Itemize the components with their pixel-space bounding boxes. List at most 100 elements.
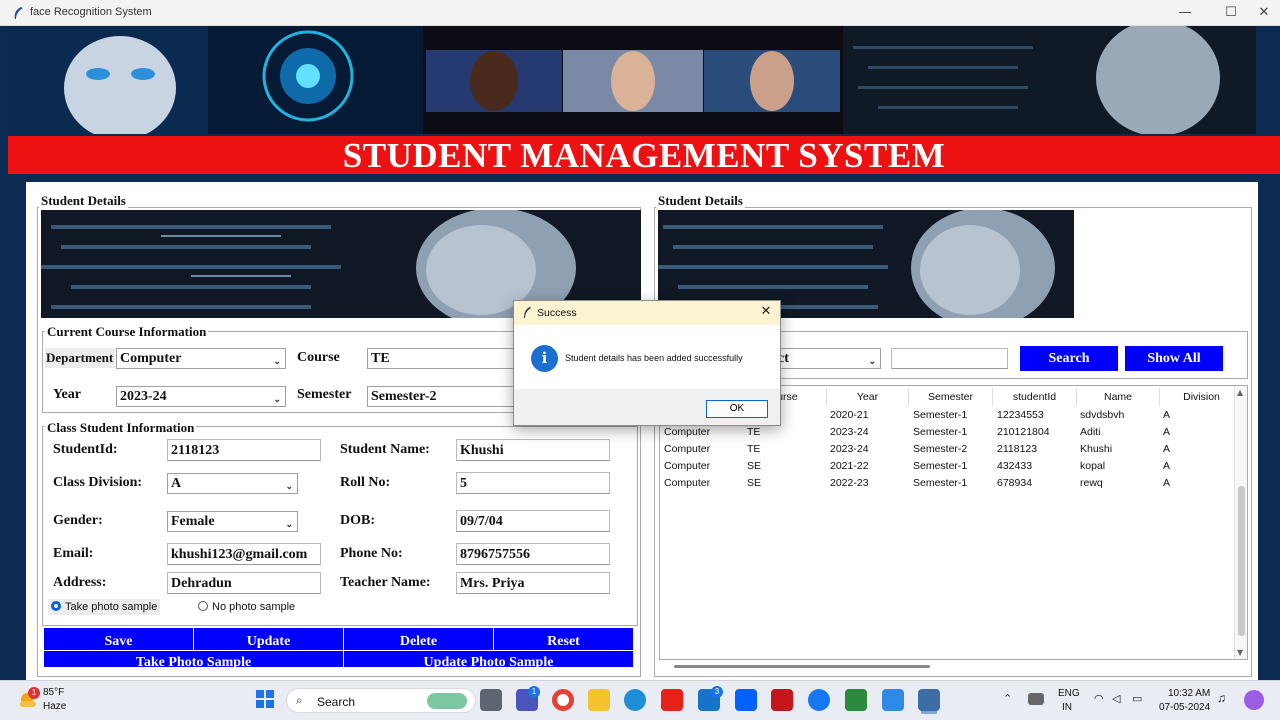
header-title: STUDENT MANAGEMENT SYSTEM xyxy=(8,136,1280,175)
update-button[interactable]: Update xyxy=(194,628,344,650)
cell-semester: Semester-1 xyxy=(913,426,968,438)
course-label: Course xyxy=(297,350,340,365)
update-photo-sample-button[interactable]: Update Photo Sample xyxy=(344,651,634,667)
col-header-name[interactable]: Name xyxy=(1077,388,1160,406)
cell-course: SE xyxy=(747,460,762,472)
col-header-semester[interactable]: Semester xyxy=(909,388,993,406)
dropbox-icon[interactable] xyxy=(735,689,757,711)
course-value: TE xyxy=(371,351,390,366)
app-icon[interactable] xyxy=(845,689,867,711)
wifi-icon[interactable]: ◠ xyxy=(1094,692,1104,705)
maximize-button[interactable]: ☐ xyxy=(1216,3,1246,23)
task-view-icon[interactable] xyxy=(480,689,502,711)
minimize-button[interactable]: — xyxy=(1170,3,1200,23)
roll-no-input[interactable]: 5 xyxy=(456,472,610,494)
table-row[interactable]: Computer SE 2022-23 Semester-1 678934 re… xyxy=(660,475,1234,492)
teacher-name-input[interactable]: Mrs. Priya xyxy=(456,572,610,594)
student-id-label: StudentId: xyxy=(53,442,118,457)
department-select[interactable]: Computer ⌄ xyxy=(116,348,286,369)
dob-label: DOB: xyxy=(340,513,375,528)
success-dialog: Success ✕ i Student details has been add… xyxy=(513,300,781,426)
chevron-down-icon: ⌄ xyxy=(285,481,293,491)
cell-course: TE xyxy=(747,443,761,455)
taskbar-search-box[interactable]: ⌕ Search xyxy=(286,688,476,713)
student-id-input[interactable]: 2118123 xyxy=(167,439,321,461)
language-top[interactable]: ENG xyxy=(1058,688,1080,699)
window-title: face Recognition System xyxy=(30,6,152,18)
search-input[interactable] xyxy=(891,348,1008,369)
col-header-year[interactable]: Year xyxy=(827,388,909,406)
teams-badge: 1 xyxy=(528,686,540,698)
vscode-icon[interactable] xyxy=(882,689,904,711)
address-label: Address: xyxy=(53,575,107,590)
facebook-icon[interactable] xyxy=(808,689,830,711)
file-explorer-icon[interactable] xyxy=(588,689,610,711)
vertical-scroll-thumb[interactable] xyxy=(1238,486,1245,636)
table-row[interactable]: Computer SE 2021-22 Semester-1 432433 ko… xyxy=(660,458,1234,475)
take-photo-radio-label: Take photo sample xyxy=(65,601,158,613)
onedrive-icon[interactable] xyxy=(1028,693,1044,705)
save-button[interactable]: Save xyxy=(44,628,194,650)
take-photo-radio[interactable]: Take photo sample xyxy=(48,599,161,615)
cell-division: A xyxy=(1163,409,1171,421)
student-name-input[interactable]: Khushi xyxy=(456,439,610,461)
vertical-scrollbar[interactable]: ▲ ▼ xyxy=(1234,386,1247,659)
department-label: Department xyxy=(45,348,115,368)
search-by-select[interactable]: ct ⌄ xyxy=(774,348,881,369)
address-input[interactable]: Dehradun xyxy=(167,572,321,594)
clock-time[interactable]: 10:32 AM xyxy=(1168,688,1210,699)
take-photo-sample-button[interactable]: Take Photo Sample xyxy=(44,651,344,667)
scroll-up-icon[interactable]: ▲ xyxy=(1237,388,1243,397)
notification-bell-icon[interactable]: ♫ xyxy=(1217,691,1226,705)
cell-name: kopal xyxy=(1080,460,1106,472)
show-all-button[interactable]: Show All xyxy=(1125,346,1223,371)
search-button[interactable]: Search xyxy=(1020,346,1118,371)
cell-course: SE xyxy=(747,477,762,489)
dialog-message: Student details has been added successfu… xyxy=(565,353,743,363)
course-select[interactable]: TE xyxy=(367,348,515,369)
clock-date[interactable]: 07-05-2024 xyxy=(1159,702,1210,713)
col-header-division[interactable]: Division xyxy=(1160,388,1244,406)
weather-temp[interactable]: 85°F xyxy=(43,687,64,698)
chevron-up-icon[interactable]: ⌃ xyxy=(1003,692,1012,705)
teacher-name-label: Teacher Name: xyxy=(340,575,431,590)
scroll-down-icon[interactable]: ▼ xyxy=(1237,648,1243,657)
window-titlebar: face Recognition System — ☐ ✕ xyxy=(0,0,1280,26)
gender-select[interactable]: Female ⌄ xyxy=(167,511,298,532)
language-bottom[interactable]: IN xyxy=(1062,702,1072,713)
horizontal-scroll-thumb[interactable] xyxy=(674,665,930,668)
year-select[interactable]: 2023-24 ⌄ xyxy=(116,386,286,407)
ok-button[interactable]: OK xyxy=(706,400,768,418)
weather-desc[interactable]: Haze xyxy=(43,701,66,712)
email-input[interactable]: khushi123@gmail.com xyxy=(167,543,321,565)
dob-input[interactable]: 09/7/04 xyxy=(456,510,610,532)
chrome-icon[interactable] xyxy=(552,689,574,711)
semester-select[interactable]: Semester-2 xyxy=(367,386,515,407)
dialog-titlebar: Success ✕ xyxy=(514,301,780,325)
table-row[interactable]: Computer TE 2023-24 Semester-1 210121804… xyxy=(660,424,1234,441)
windows-start-icon[interactable] xyxy=(256,690,274,708)
table-row[interactable]: Computer TE 2023-24 Semester-2 2118123 K… xyxy=(660,441,1234,458)
delete-button[interactable]: Delete xyxy=(344,628,494,650)
battery-icon[interactable]: ▭ xyxy=(1132,692,1142,705)
col-header-studentid[interactable]: studentId xyxy=(993,388,1077,406)
copilot-icon[interactable] xyxy=(1244,690,1264,710)
edge-icon[interactable] xyxy=(624,689,646,711)
dialog-close-button[interactable]: ✕ xyxy=(754,304,778,322)
division-select[interactable]: A ⌄ xyxy=(167,473,298,494)
youtube-icon[interactable] xyxy=(661,689,683,711)
phone-input[interactable]: 8796757556 xyxy=(456,543,610,565)
division-label: Class Division: xyxy=(53,475,143,490)
class-info-legend: Class Student Information xyxy=(45,420,197,436)
year-label: Year xyxy=(53,387,81,402)
cell-department: Computer xyxy=(664,460,711,472)
close-window-button[interactable]: ✕ xyxy=(1249,3,1279,23)
python-icon[interactable] xyxy=(918,689,940,711)
mcafee-icon[interactable] xyxy=(771,689,793,711)
right-panel-legend: Student Details xyxy=(656,193,745,209)
no-photo-radio[interactable]: No photo sample xyxy=(195,599,298,615)
semester-value: Semester-2 xyxy=(371,389,437,404)
cell-division: A xyxy=(1163,443,1171,455)
volume-icon[interactable]: ◁ xyxy=(1112,692,1120,705)
reset-button[interactable]: Reset xyxy=(494,628,634,650)
